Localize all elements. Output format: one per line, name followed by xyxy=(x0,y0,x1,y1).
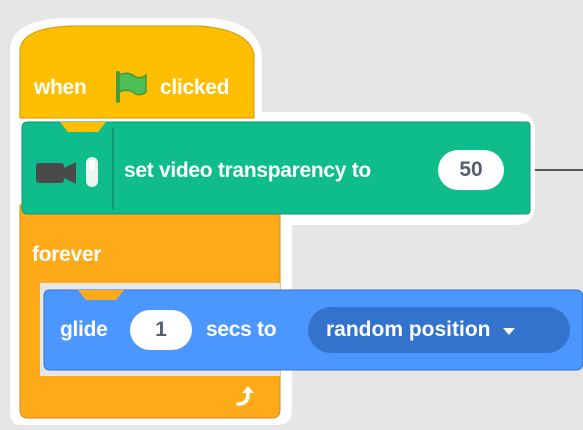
green-flag-icon[interactable] xyxy=(112,70,148,104)
hat-clicked-label: clicked xyxy=(160,76,230,99)
glide-target-dropdown[interactable]: random position xyxy=(308,307,570,353)
block-stack-shapes xyxy=(10,18,583,425)
forever-label: forever xyxy=(32,243,102,266)
transparency-value-input[interactable]: 50 xyxy=(438,150,504,190)
loop-arrow-icon xyxy=(236,386,254,406)
glide-label: glide xyxy=(60,318,108,341)
video-block-label: set video transparency to xyxy=(124,159,371,182)
dropdown-selected-value: random position xyxy=(326,318,491,341)
hat-when-label: when xyxy=(34,76,87,99)
glide-seconds-input[interactable]: 1 xyxy=(130,310,192,350)
video-sensing-icon xyxy=(36,157,98,187)
chevron-down-icon xyxy=(502,327,515,335)
glide-secs-to-label: secs to xyxy=(206,318,277,341)
